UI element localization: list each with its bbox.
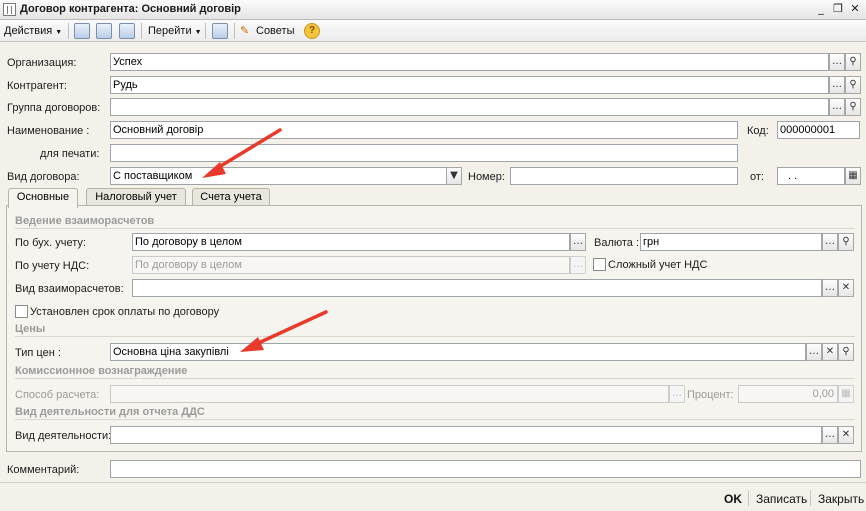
actions-menu[interactable]: Действия ▼ [4,23,62,39]
ok-button[interactable]: OK [724,492,742,506]
contract-type-label: Вид договора: [7,171,80,183]
percent-label: Процент: [687,389,734,401]
toolbar-separator [68,23,69,39]
by-accounting-label: По бух. учету: [15,237,86,249]
help-icon[interactable]: ? [304,23,320,39]
search-icon[interactable]: ⚲ [845,98,861,116]
org-label: Организация: [7,57,77,69]
currency-field[interactable]: грн [640,233,822,251]
group-divider [15,336,855,337]
search-icon[interactable]: ⚲ [838,343,854,361]
calendar-icon[interactable]: ▦ [845,167,861,185]
org-field[interactable]: Успех [110,53,829,71]
settlement-type-label: Вид взаиморасчетов: [15,283,124,295]
print-name-label: для печати: [40,148,100,160]
complex-vat-label: Сложный учет НДС [608,259,708,271]
document-icon [3,3,16,16]
tab-main[interactable]: Основные [8,188,78,208]
search-icon[interactable]: ⚲ [845,53,861,71]
contract-group-field[interactable] [110,98,829,116]
activity-select-button[interactable]: … [822,426,838,444]
footer-separator [810,490,811,506]
calc-method-field [110,385,669,403]
save-button[interactable]: Записать [756,492,807,506]
prices-header: Цены [15,323,46,335]
number-label: Номер: [468,171,505,183]
toolbar-separator [205,23,206,39]
minimize-icon[interactable]: _ [814,2,828,16]
contract-type-select[interactable]: С поставщиком [110,167,447,185]
close-icon[interactable]: ✕ [848,2,862,16]
date-field[interactable]: . . [777,167,845,185]
activity-header: Вид деятельности для отчета ДДС [15,406,205,418]
toolbar-separator [141,23,142,39]
calc-method-label: Способ расчета: [15,389,100,401]
comment-label: Комментарий: [7,464,80,476]
clear-icon[interactable]: ✕ [838,426,854,444]
code-field[interactable]: 000000001 [777,121,860,139]
chevron-down-icon[interactable]: ▼ [446,167,462,185]
refresh-icon[interactable] [96,23,112,39]
by-accounting-select-button[interactable]: … [570,233,586,251]
goto-menu[interactable]: Перейти ▼ [148,23,202,39]
search-icon[interactable]: ⚲ [845,76,861,94]
group-divider [15,228,855,229]
price-type-label: Тип цен : [15,347,61,359]
close-button[interactable]: Закрыть [818,492,864,506]
calc-method-select-button: … [669,385,685,403]
toolbar-separator [234,23,235,39]
price-type-field[interactable]: Основна ціна закупівлі [110,343,806,361]
group-divider [15,419,855,420]
settlement-type-select-button[interactable]: … [822,279,838,297]
clear-icon[interactable]: ✕ [822,343,838,361]
group-divider [15,378,855,379]
clear-icon[interactable]: ✕ [838,279,854,297]
contract-group-label: Группа договоров: [7,102,101,114]
title-bar: Договор контрагента: Основний договір _ … [0,0,866,20]
search-icon[interactable]: ⚲ [838,233,854,251]
date-label: от: [750,171,764,183]
toolbar: Действия ▼ Перейти ▼ ✎ Советы ? [0,20,866,42]
code-label: Код: [747,125,769,137]
by-accounting-field[interactable]: По договору в целом [132,233,570,251]
counterparty-select-button[interactable]: … [829,76,845,94]
name-label: Наименование : [7,125,90,137]
counterparty-label: Контрагент: [7,80,67,92]
calculator-icon: ▦ [838,385,854,403]
currency-select-button[interactable]: … [822,233,838,251]
number-field[interactable] [510,167,738,185]
activity-field[interactable] [110,426,822,444]
payment-term-checkbox[interactable] [15,305,28,318]
activity-label: Вид деятельности: [15,430,112,442]
tips-button[interactable]: Советы [256,23,294,39]
settlement-type-field[interactable] [132,279,822,297]
currency-label: Валюта : [594,237,640,249]
structure-icon[interactable] [212,23,228,39]
by-vat-field: По договору в целом [132,256,570,274]
copy-doc-icon[interactable] [119,23,135,39]
footer-separator [748,490,749,506]
name-field[interactable]: Основний договір [110,121,738,139]
counterparty-field[interactable]: Рудь [110,76,829,94]
complex-vat-checkbox[interactable] [593,258,606,271]
contract-group-select-button[interactable]: … [829,98,845,116]
tips-bulb-icon: ✎ [240,25,250,37]
commission-header: Комиссионное вознаграждение [15,365,188,377]
comment-field[interactable] [110,460,861,478]
footer-divider [0,482,866,483]
org-select-button[interactable]: … [829,53,845,71]
window-title: Договор контрагента: Основний договір [20,3,241,15]
percent-field: 0,00 [738,385,838,403]
save-doc-icon[interactable] [74,23,90,39]
by-vat-label: По учету НДС: [15,260,90,272]
print-name-field[interactable] [110,144,738,162]
price-type-select-button[interactable]: … [806,343,822,361]
payment-term-label: Установлен срок оплаты по договору [30,306,220,318]
by-vat-select-button: … [570,256,586,274]
settlements-header: Ведение взаиморасчетов [15,215,155,227]
restore-icon[interactable]: ❐ [831,2,845,16]
